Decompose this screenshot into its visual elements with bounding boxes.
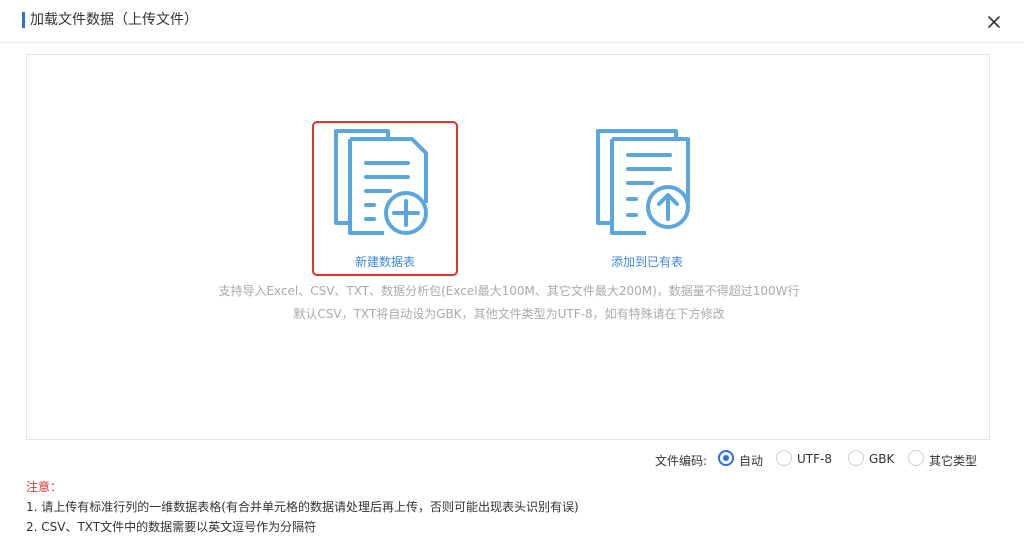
upload-to-existing-icon bbox=[596, 129, 702, 245]
encoding-radio-label: 其它类型 bbox=[929, 454, 978, 468]
close-button[interactable] bbox=[984, 12, 1004, 32]
upload-hint-line-1: 支持导入Excel、CSV、TXT、数据分析包(Excel最大100M、其它文件… bbox=[218, 284, 800, 298]
notes-section: 注意： 1. 请上传有标准行列的一维数据表格(有合并单元格的数据请处理后再上传，… bbox=[26, 477, 579, 537]
new-table-label: 新建数据表 bbox=[354, 255, 415, 269]
close-icon bbox=[988, 16, 1000, 28]
note-item: 1. 请上传有标准行列的一维数据表格(有合并单元格的数据请处理后再上传，否则可能… bbox=[26, 500, 579, 514]
load-file-dialog: 加载文件数据（上传文件） 新建数据表 添加到已有表 支持导入Excel、CSV、… bbox=[0, 0, 1024, 544]
encoding-radio-label: GBK bbox=[869, 452, 895, 466]
radio-unchecked-icon bbox=[776, 450, 792, 466]
notes-title: 注意： bbox=[26, 480, 63, 494]
encoding-radio-label: UTF-8 bbox=[797, 452, 832, 466]
encoding-radio-label: 自动 bbox=[739, 454, 764, 468]
dialog-title: 加载文件数据（上传文件） bbox=[30, 12, 198, 28]
add-to-existing-option[interactable]: 添加到已有表 bbox=[574, 121, 720, 276]
radio-checked-icon bbox=[718, 450, 734, 466]
radio-unchecked-icon bbox=[908, 450, 924, 466]
dialog-header: 加载文件数据（上传文件） bbox=[0, 0, 1024, 43]
note-item: 2. CSV、TXT文件中的数据需要以英文逗号作为分隔符 bbox=[26, 520, 317, 534]
upload-area[interactable]: 新建数据表 添加到已有表 支持导入Excel、CSV、TXT、数据分析包(Exc… bbox=[26, 54, 990, 440]
add-to-existing-label: 添加到已有表 bbox=[610, 255, 683, 269]
title-accent-bar bbox=[22, 12, 25, 28]
new-table-option[interactable]: 新建数据表 bbox=[312, 121, 458, 276]
upload-hint-line-2: 默认CSV，TXT将自动设为GBK，其他文件类型为UTF-8，如有特殊请在下方修… bbox=[293, 307, 725, 321]
file-encoding-label: 文件编码: bbox=[655, 454, 708, 468]
new-table-icon bbox=[334, 129, 440, 245]
radio-unchecked-icon bbox=[848, 450, 864, 466]
